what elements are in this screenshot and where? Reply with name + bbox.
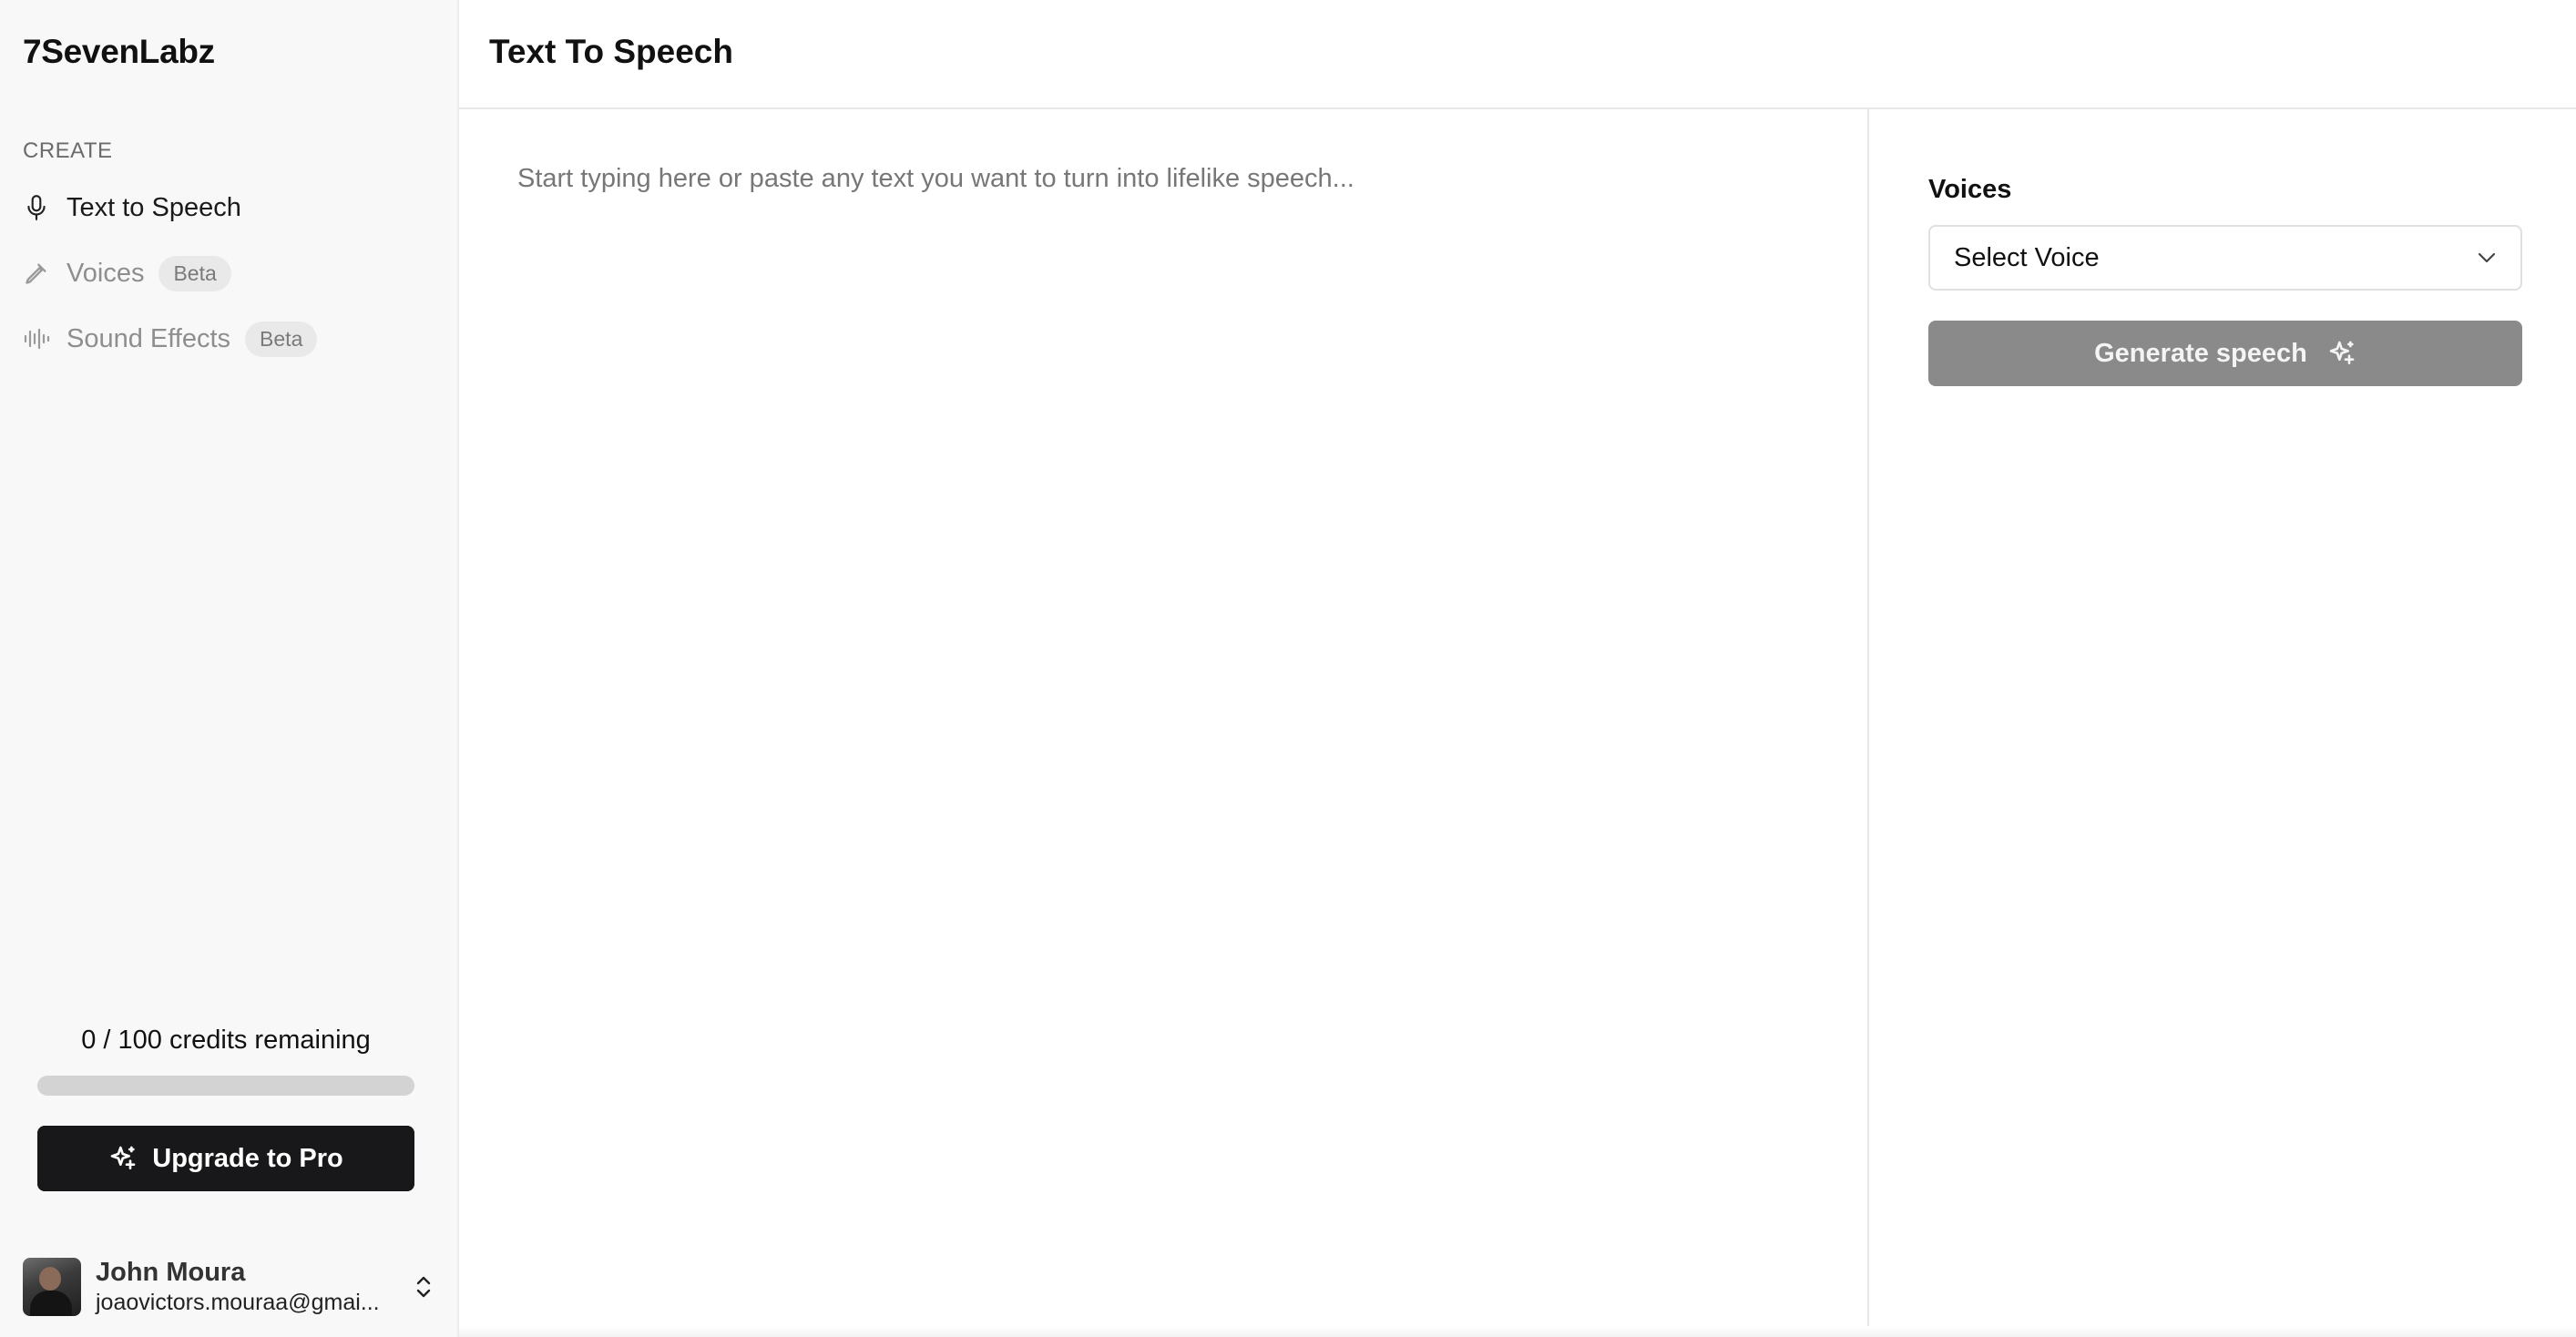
sidebar-item-label: Sound Effects	[66, 323, 231, 353]
credits-progress-bar	[37, 1076, 414, 1096]
voice-select[interactable]: Select Voice	[1928, 225, 2522, 291]
avatar	[23, 1258, 81, 1316]
beta-badge: Beta	[158, 255, 231, 291]
pen-icon	[23, 260, 50, 287]
sidebar-item-label: Voices	[66, 258, 145, 288]
sparkle-icon	[108, 1144, 138, 1173]
bottom-fade	[459, 1326, 2576, 1337]
user-email: joaovictors.mouraa@gmai...	[96, 1290, 380, 1315]
chevron-down-icon	[2477, 251, 2497, 264]
voices-label: Voices	[1928, 175, 2012, 204]
microphone-icon	[23, 194, 50, 221]
upgrade-button[interactable]: Upgrade to Pro	[37, 1126, 414, 1191]
editor-pane	[459, 109, 1869, 1337]
sidebar-item-label: Text to Speech	[66, 192, 241, 222]
voice-select-value: Select Voice	[1954, 242, 2100, 272]
header: Text To Speech	[459, 0, 2576, 109]
beta-badge: Beta	[245, 321, 318, 357]
content: Voices Select Voice Generate speech	[459, 109, 2576, 1337]
chevron-up-down-icon[interactable]	[410, 1272, 437, 1301]
user-info: John Moura joaovictors.mouraa@gmai...	[96, 1258, 396, 1316]
main-area: Text To Speech Voices Select Voice Gener	[459, 0, 2576, 1337]
credits-remaining: 0 / 100 credits remaining	[81, 1026, 371, 1055]
sidebar-item-text-to-speech[interactable]: Text to Speech	[0, 175, 459, 240]
generate-speech-button[interactable]: Generate speech	[1928, 321, 2522, 386]
page-title: Text To Speech	[489, 33, 733, 70]
waveform-icon	[23, 325, 50, 352]
settings-panel: Voices Select Voice Generate speech	[1869, 109, 2576, 1337]
sidebar: 7SevenLabz CREATE Text to Speech Voices …	[0, 0, 459, 1337]
user-name: John Moura	[96, 1258, 246, 1287]
sparkle-icon	[2327, 339, 2356, 368]
speech-text-input[interactable]	[517, 164, 1829, 1239]
app-window: 7SevenLabz CREATE Text to Speech Voices …	[0, 0, 2576, 1337]
sidebar-nav: Text to Speech Voices Beta Sound Effects…	[0, 175, 459, 372]
section-label-create: CREATE	[23, 138, 113, 163]
sidebar-item-sound-effects[interactable]: Sound Effects Beta	[0, 306, 459, 372]
brand-logo[interactable]: 7SevenLabz	[23, 33, 215, 71]
sidebar-item-voices[interactable]: Voices Beta	[0, 240, 459, 306]
upgrade-label: Upgrade to Pro	[152, 1143, 343, 1173]
generate-speech-label: Generate speech	[2094, 338, 2307, 368]
user-menu[interactable]: John Moura joaovictors.mouraa@gmai...	[23, 1257, 437, 1317]
